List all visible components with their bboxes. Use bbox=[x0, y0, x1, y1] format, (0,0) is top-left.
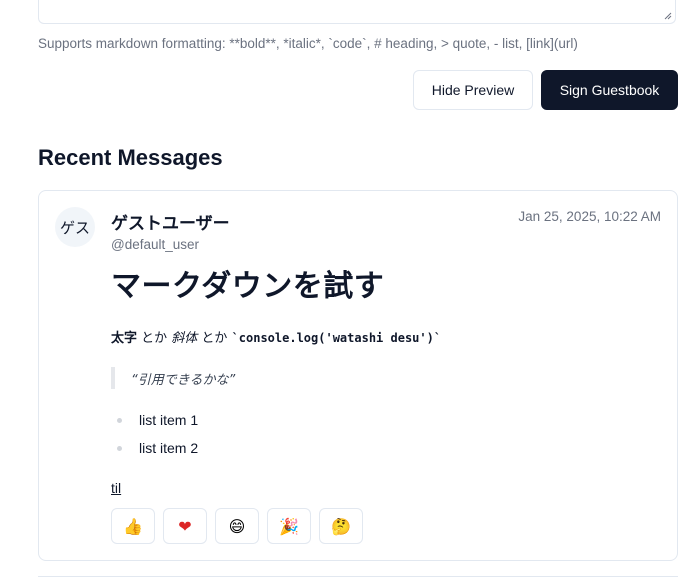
recent-messages-title: Recent Messages bbox=[38, 145, 223, 170]
guestbook-page: Supports markdown formatting: **bold**, … bbox=[0, 0, 700, 578]
message-card: ゲス ゲストユーザー @default_user Jan 25, 2025, 1… bbox=[38, 190, 678, 561]
bullet-icon bbox=[117, 418, 122, 423]
list-item-label: list item 1 bbox=[139, 412, 199, 428]
sign-guestbook-button[interactable]: Sign Guestbook bbox=[541, 70, 678, 110]
party-icon: 🎉 bbox=[279, 516, 299, 536]
markdown-hint: Supports markdown formatting: **bold**, … bbox=[38, 36, 578, 51]
reaction-bar: 👍 ❤ 😄 🎉 🤔 bbox=[111, 508, 363, 544]
message-link[interactable]: til bbox=[111, 480, 121, 496]
bold-text: 太字 bbox=[111, 331, 138, 346]
reaction-thumbs-up-button[interactable]: 👍 bbox=[111, 508, 155, 544]
message-timestamp: Jan 25, 2025, 10:22 AM bbox=[518, 209, 661, 224]
list-item: list item 1 bbox=[111, 409, 198, 437]
heart-icon: ❤ bbox=[178, 516, 192, 536]
reaction-party-button[interactable]: 🎉 bbox=[267, 508, 311, 544]
thumbs-up-icon: 👍 bbox=[123, 516, 143, 536]
message-blockquote: “引用できるかな” bbox=[111, 367, 235, 389]
smile-icon: 😄 bbox=[228, 516, 246, 536]
italic-text: 斜体 bbox=[171, 331, 198, 346]
para-separator: とか bbox=[137, 331, 172, 346]
message-list: list item 1 list item 2 bbox=[111, 409, 198, 465]
bullet-icon bbox=[117, 446, 122, 451]
message-textarea[interactable] bbox=[38, 0, 676, 24]
code-text: `console.log('watashi desu')` bbox=[231, 331, 442, 345]
author-name: ゲストユーザー bbox=[111, 214, 230, 234]
list-item: list item 2 bbox=[111, 437, 198, 465]
reaction-smile-button[interactable]: 😄 bbox=[215, 508, 259, 544]
resize-grip-icon[interactable] bbox=[664, 12, 672, 20]
para-separator: とか bbox=[197, 331, 232, 346]
message-paragraph: 太字 とか 斜体 とか `console.log('watashi desu')… bbox=[111, 327, 441, 346]
author-handle: @default_user bbox=[111, 237, 200, 252]
hide-preview-button[interactable]: Hide Preview bbox=[413, 70, 533, 110]
thinking-icon: 🤔 bbox=[331, 516, 351, 536]
message-heading: マークダウンを試す bbox=[111, 269, 385, 304]
list-item-label: list item 2 bbox=[139, 440, 199, 456]
avatar: ゲス bbox=[55, 207, 95, 247]
reaction-thinking-button[interactable]: 🤔 bbox=[319, 508, 363, 544]
reaction-heart-button[interactable]: ❤ bbox=[163, 508, 207, 544]
